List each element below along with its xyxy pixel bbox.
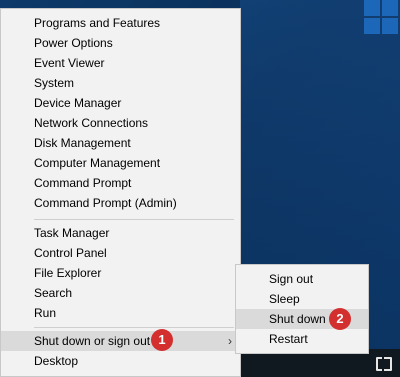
submenu-item-restart[interactable]: Restart (236, 329, 368, 349)
power-user-menu: Programs and Features Power Options Even… (0, 8, 241, 377)
submenu-item-sign-out[interactable]: Sign out (236, 269, 368, 289)
menu-item-system[interactable]: System (1, 73, 240, 93)
menu-item-file-explorer[interactable]: File Explorer (1, 263, 240, 283)
menu-item-run[interactable]: Run (1, 303, 240, 323)
step-badge-1: 1 (151, 329, 173, 351)
menu-item-disk-management[interactable]: Disk Management (1, 133, 240, 153)
windows-logo-wallpaper (364, 0, 400, 36)
menu-item-desktop[interactable]: Desktop (1, 351, 240, 371)
submenu-item-sleep[interactable]: Sleep (236, 289, 368, 309)
menu-separator (34, 327, 234, 328)
shutdown-submenu: Sign out Sleep Shut down Restart (235, 264, 369, 354)
menu-separator (34, 219, 234, 220)
menu-item-shut-down-or-sign-out[interactable]: Shut down or sign out › (1, 331, 240, 351)
step-badge-2: 2 (329, 308, 351, 330)
menu-item-command-prompt[interactable]: Command Prompt (1, 173, 240, 193)
task-view-icon[interactable] (376, 357, 392, 371)
chevron-right-icon: › (228, 334, 232, 348)
menu-item-computer-management[interactable]: Computer Management (1, 153, 240, 173)
menu-item-programs-features[interactable]: Programs and Features (1, 13, 240, 33)
menu-item-device-manager[interactable]: Device Manager (1, 93, 240, 113)
menu-item-control-panel[interactable]: Control Panel (1, 243, 240, 263)
menu-item-power-options[interactable]: Power Options (1, 33, 240, 53)
menu-item-network-connections[interactable]: Network Connections (1, 113, 240, 133)
menu-item-task-manager[interactable]: Task Manager (1, 223, 240, 243)
menu-item-event-viewer[interactable]: Event Viewer (1, 53, 240, 73)
menu-item-search[interactable]: Search (1, 283, 240, 303)
menu-item-command-prompt-admin[interactable]: Command Prompt (Admin) (1, 193, 240, 213)
